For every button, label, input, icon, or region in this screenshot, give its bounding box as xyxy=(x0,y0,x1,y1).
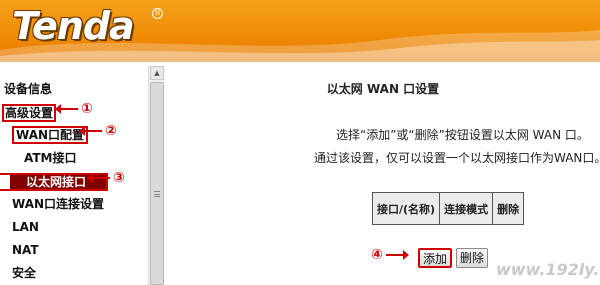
selection-marker xyxy=(0,175,10,189)
callout-number: ③ xyxy=(113,170,125,186)
watermark: www.192ly.com xyxy=(496,260,600,279)
sidebar-item-lan[interactable]: LAN xyxy=(12,219,39,235)
description-line-1: 选择“添加”或“删除”按钮设置以太网 WAN 口。 xyxy=(336,128,589,142)
column-header-delete: 删除 xyxy=(492,192,525,225)
callout-2: ② xyxy=(79,123,117,139)
left-arrow-icon xyxy=(79,126,102,136)
right-arrow-icon xyxy=(385,250,409,260)
wan-interface-table: 接口/(名称) 连接模式 删除 xyxy=(371,192,525,225)
sidebar-item-label: 以太网接口 xyxy=(26,175,87,189)
callout-number: ② xyxy=(105,123,117,139)
table-header-row: 接口/(名称) 连接模式 删除 xyxy=(371,192,525,225)
left-arrow-icon xyxy=(87,173,110,183)
header-banner: Tenda ® xyxy=(0,0,600,62)
callout-number: ① xyxy=(81,101,93,117)
router-admin-page: Tenda ® 设备信息 高级设置 WAN口配置 ATM接口 以太网接口 WAN… xyxy=(0,0,600,285)
callout-number: ④ xyxy=(371,247,383,263)
sidebar-item-device-info[interactable]: 设备信息 xyxy=(4,81,52,97)
sidebar-scrollbar[interactable]: ▲ xyxy=(148,66,164,285)
scroll-up-arrow-icon[interactable]: ▲ xyxy=(150,66,164,80)
column-header-interface: 接口/(名称) xyxy=(371,192,441,225)
scroll-grip-icon xyxy=(154,191,160,197)
sidebar-nav: 设备信息 高级设置 WAN口配置 ATM接口 以太网接口 WAN口连接设置 LA… xyxy=(0,66,164,285)
delete-button[interactable]: 删除 xyxy=(456,248,489,268)
sidebar-item-atm-interface[interactable]: ATM接口 xyxy=(24,150,76,166)
add-button[interactable]: 添加 xyxy=(418,248,453,268)
page-title: 以太网 WAN 口设置 xyxy=(326,82,440,96)
sidebar-item-wan-connection[interactable]: WAN口连接设置 xyxy=(12,196,104,212)
sidebar-item-nat[interactable]: NAT xyxy=(12,242,39,258)
sidebar-item-advanced-settings[interactable]: 高级设置 xyxy=(2,104,57,122)
registered-mark-icon: ® xyxy=(152,8,163,19)
description-line-2: 通过该设置，仅可以设置一个以太网接口作为WAN口。 xyxy=(314,151,600,165)
sidebar-item-wan-config[interactable]: WAN口配置 xyxy=(12,126,89,144)
tenda-logo: Tenda xyxy=(12,4,135,48)
column-header-mode: 连接模式 xyxy=(439,192,494,225)
left-arrow-icon xyxy=(55,104,78,114)
main-content: 以太网 WAN 口设置 选择“添加”或“删除”按钮设置以太网 WAN 口。 通过… xyxy=(166,66,600,285)
callout-4: ④ xyxy=(371,247,409,263)
sidebar-item-security[interactable]: 安全 xyxy=(12,265,36,281)
scroll-thumb[interactable] xyxy=(150,82,164,285)
callout-1: ① xyxy=(55,101,93,117)
callout-3: ③ xyxy=(87,170,125,186)
